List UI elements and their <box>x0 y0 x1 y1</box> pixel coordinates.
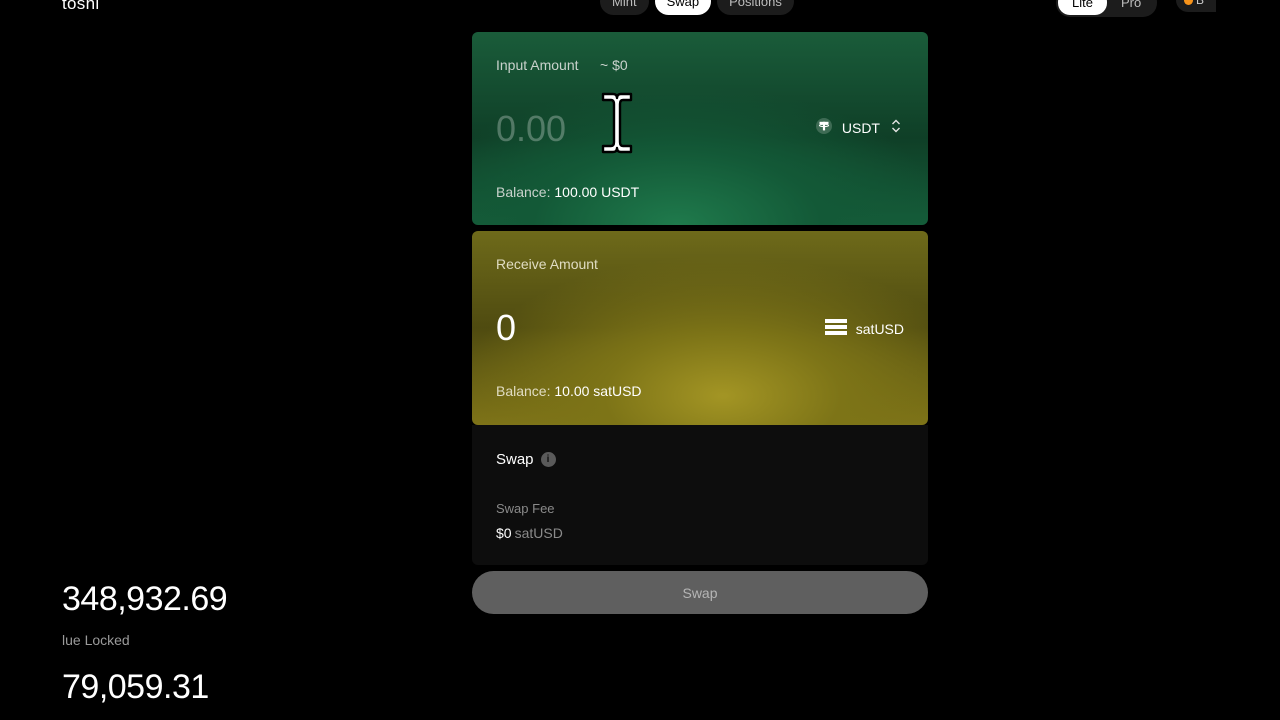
receive-balance-value: 10.00 satUSD <box>554 383 642 399</box>
swap-details-header: Swap i <box>496 451 556 468</box>
swap-fee-value: $0 <box>496 525 512 541</box>
mode-pro[interactable]: Pro <box>1107 0 1155 15</box>
input-amount-label: Input Amount <box>496 57 579 73</box>
input-usd-value: ~ $0 <box>600 57 628 73</box>
input-token-symbol: USDT <box>841 119 880 136</box>
tab-positions[interactable]: Positions <box>717 0 794 15</box>
receive-amount-label: Receive Amount <box>496 256 598 272</box>
info-icon[interactable]: i <box>540 452 556 467</box>
mode-toggle: Lite Pro <box>1056 0 1158 17</box>
tether-icon <box>815 118 832 137</box>
receive-balance: Balance: 10.00 satUSD <box>496 383 642 399</box>
input-balance: Balance: 100.00 USDT <box>496 184 639 200</box>
satusd-icon <box>824 318 847 339</box>
swap-fee: $0 satUSD <box>496 525 563 541</box>
receive-amount-value: 0 <box>496 307 517 348</box>
text-cursor-icon <box>600 92 634 159</box>
chevron-updown-icon <box>890 118 902 137</box>
receive-amount-card: Receive Amount 0 satUSD Balance: 10.00 s… <box>472 231 928 425</box>
swap-fee-label: Swap Fee <box>496 501 555 516</box>
tab-mint[interactable]: Mint <box>600 0 649 15</box>
app-stage: toshi Mint Swap Positions Lite Pro B 348… <box>0 0 1280 720</box>
swap-button[interactable]: Swap <box>472 571 928 614</box>
swap-details-title: Swap <box>496 451 534 468</box>
main-nav: Mint Swap Positions <box>600 0 794 15</box>
receive-balance-label: Balance: <box>496 383 551 399</box>
input-token-selector[interactable]: USDT <box>815 118 902 137</box>
receive-token-symbol: satUSD <box>855 320 904 337</box>
secondary-stat-value: 79,059.31 <box>62 668 209 706</box>
tvl-value: 348,932.69 <box>62 580 228 618</box>
brand-logo[interactable]: toshi <box>62 0 99 14</box>
input-amount-field[interactable] <box>496 108 696 150</box>
input-balance-value: 100.00 USDT <box>554 184 640 200</box>
tab-swap[interactable]: Swap <box>654 0 712 15</box>
wallet-label: B <box>1196 0 1205 7</box>
input-amount-card: Input Amount ~ $0 USDT Balance: <box>472 32 928 225</box>
input-balance-label: Balance: <box>496 184 551 200</box>
wallet-button[interactable]: B <box>1176 0 1216 12</box>
swap-details-card: Swap i Swap Fee $0 satUSD <box>472 425 928 565</box>
swap-fee-unit: satUSD <box>514 525 563 541</box>
mode-lite[interactable]: Lite <box>1058 0 1107 15</box>
tvl-label: lue Locked <box>62 632 130 648</box>
receive-token: satUSD <box>824 318 904 339</box>
bitcoin-icon <box>1184 0 1193 5</box>
